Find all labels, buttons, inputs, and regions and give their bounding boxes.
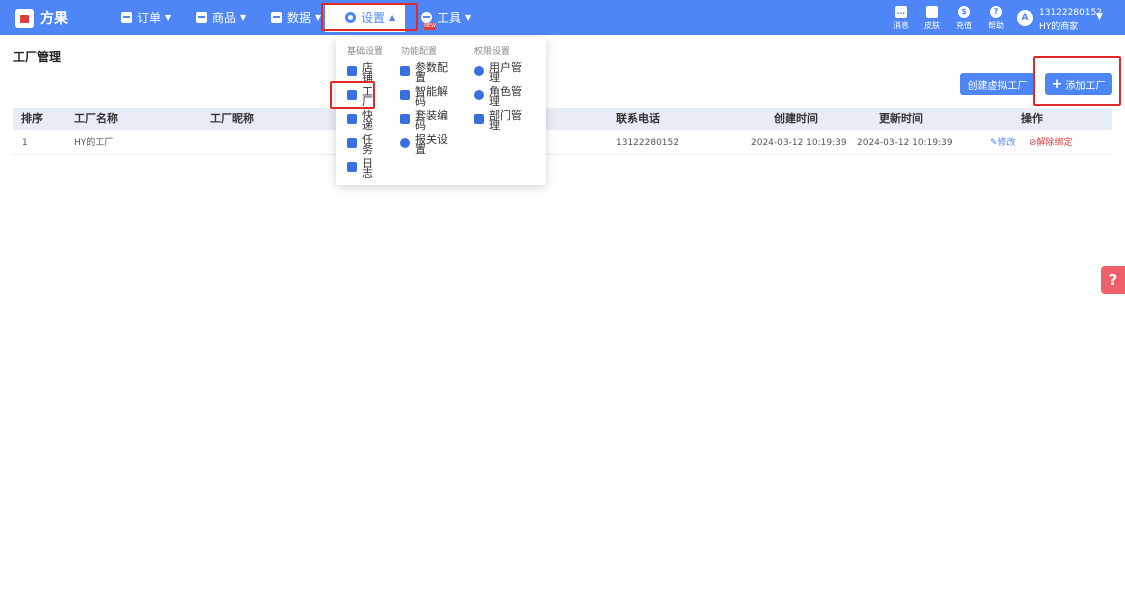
nav-tools-label: 工具 — [437, 11, 462, 25]
menu-item-task-label: 任务 — [362, 133, 373, 156]
col-created-time: 创建时间 — [774, 112, 818, 125]
nav-data-label: 数据 — [287, 11, 312, 25]
basic-settings-heading: 基础设置 — [347, 47, 384, 57]
messages-button[interactable]: … 消息 — [888, 6, 914, 31]
coin-icon: $ — [958, 6, 970, 18]
settings-dropdown-menu: 基础设置 功能配置 权限设置 店铺 工厂 快递 任务 日志 参数配置 智能解码 … — [336, 37, 546, 185]
nav-data[interactable]: 数据 ▼ — [271, 0, 321, 35]
avatar[interactable]: A — [1017, 10, 1033, 26]
skin-button[interactable]: 皮肤 — [919, 6, 945, 31]
menu-item-param-config[interactable]: 参数配置 — [400, 61, 448, 84]
menu-item-param-config-label: 参数配置 — [415, 61, 448, 84]
col-actions: 操作 — [1021, 112, 1043, 125]
smart-decode-icon — [400, 90, 410, 100]
menu-item-kit-code[interactable]: 套装编码 — [400, 109, 448, 132]
nav-orders[interactable]: 订单 ▼ — [121, 0, 171, 35]
nav-orders-label: 订单 — [137, 11, 162, 25]
col-factory-nickname: 工厂昵称 — [210, 112, 254, 125]
help-button[interactable]: ? 帮助 — [983, 6, 1009, 31]
function-config-heading: 功能配置 — [401, 47, 438, 57]
highlight-add-factory — [1033, 56, 1121, 106]
help-label: 帮助 — [988, 21, 1004, 30]
menu-item-store-label: 店铺 — [362, 61, 373, 84]
express-icon — [347, 114, 357, 124]
unbind-label: 解除绑定 — [1036, 138, 1073, 148]
cell-created-time: 2024-03-12 10:19:39 — [751, 138, 847, 148]
cell-factory-name: HY的工厂 — [74, 138, 114, 148]
skin-label: 皮肤 — [924, 21, 940, 30]
menu-item-log[interactable]: 日志 — [347, 157, 374, 180]
nav-products-label: 商品 — [212, 11, 237, 25]
menu-item-express-label: 快递 — [362, 109, 373, 132]
chevron-down-icon: ▼ — [165, 13, 172, 22]
menu-item-user-management-label: 用户管理 — [489, 61, 522, 84]
store-icon — [347, 66, 357, 76]
menu-item-customs[interactable]: 报关设置 — [400, 133, 448, 156]
page-title: 工厂管理 — [13, 50, 62, 64]
menu-item-smart-decode-label: 智能解码 — [415, 85, 448, 108]
kit-code-icon — [400, 114, 410, 124]
unlink-icon: ⊘ — [1029, 138, 1037, 148]
shirt-icon — [926, 6, 938, 18]
role-icon — [474, 90, 484, 100]
menu-item-role-management-label: 角色管理 — [489, 85, 522, 108]
menu-item-department-management[interactable]: 部门管理 — [474, 109, 522, 132]
chevron-down-icon: ▼ — [240, 13, 247, 22]
question-icon: ? — [990, 6, 1002, 18]
recharge-button[interactable]: $ 充值 — [951, 6, 977, 31]
new-badge: NEW — [424, 23, 436, 30]
menu-item-express[interactable]: 快递 — [347, 109, 374, 132]
cell-updated-time: 2024-03-12 10:19:39 — [857, 138, 953, 148]
table-row: 1 HY的工厂 13122280152 2024-03-12 10:19:39 … — [13, 131, 1112, 155]
log-icon — [347, 162, 357, 172]
param-config-icon — [400, 66, 410, 76]
messages-label: 消息 — [893, 21, 909, 30]
user-menu-chevron-icon[interactable]: ▼ — [1096, 12, 1103, 22]
menu-item-user-management[interactable]: 用户管理 — [474, 61, 522, 84]
message-icon: … — [895, 6, 907, 18]
app-name: 方果 — [40, 11, 68, 27]
chevron-down-icon: ▼ — [465, 13, 472, 22]
col-factory-name: 工厂名称 — [74, 112, 118, 125]
table-header: 排序 工厂名称 工厂昵称 联系电话 创建时间 更新时间 操作 — [13, 108, 1112, 130]
task-icon — [347, 138, 357, 148]
nav-products[interactable]: 商品 ▼ — [196, 0, 246, 35]
menu-item-customs-label: 报关设置 — [415, 133, 448, 156]
permission-settings-heading: 权限设置 — [474, 47, 511, 57]
menu-item-log-label: 日志 — [362, 157, 373, 180]
products-icon — [196, 12, 207, 23]
create-virtual-factory-button[interactable]: 创建虚拟工厂 — [960, 73, 1035, 95]
highlight-factory-menu-item — [330, 81, 375, 109]
col-updated-time: 更新时间 — [879, 112, 923, 125]
user-icon — [474, 66, 484, 76]
menu-item-kit-code-label: 套装编码 — [415, 109, 448, 132]
menu-item-role-management[interactable]: 角色管理 — [474, 85, 522, 108]
col-phone: 联系电话 — [616, 112, 660, 125]
menu-item-department-management-label: 部门管理 — [489, 109, 522, 132]
orders-icon — [121, 12, 132, 23]
cell-phone: 13122280152 — [616, 138, 679, 148]
highlight-settings — [321, 3, 418, 31]
menu-item-store[interactable]: 店铺 — [347, 61, 374, 84]
recharge-label: 充值 — [956, 21, 972, 30]
floating-help-button[interactable]: ? — [1101, 266, 1125, 294]
pencil-icon: ✎ — [990, 138, 998, 148]
unbind-link[interactable]: ⊘解除绑定 — [1029, 131, 1073, 155]
logo-icon — [15, 8, 34, 28]
col-order: 排序 — [21, 112, 43, 125]
menu-item-smart-decode[interactable]: 智能解码 — [400, 85, 448, 108]
cell-order: 1 — [22, 138, 28, 148]
app-logo[interactable]: 方果 — [15, 8, 68, 28]
tools-icon — [421, 12, 432, 23]
menu-item-task[interactable]: 任务 — [347, 133, 374, 156]
data-icon — [271, 12, 282, 23]
user-name[interactable]: HY的商家 — [1039, 19, 1078, 32]
department-icon — [474, 114, 484, 124]
edit-label: 修改 — [997, 138, 1016, 148]
user-phone[interactable]: 13122280152 — [1039, 8, 1102, 18]
customs-icon — [400, 138, 410, 148]
edit-link[interactable]: ✎修改 — [990, 131, 1016, 155]
top-navigation-bar: 方果 订单 ▼ 商品 ▼ 数据 ▼ 设置 ▲ 工具 ▼ NEW … 消息 皮肤 … — [0, 0, 1125, 35]
